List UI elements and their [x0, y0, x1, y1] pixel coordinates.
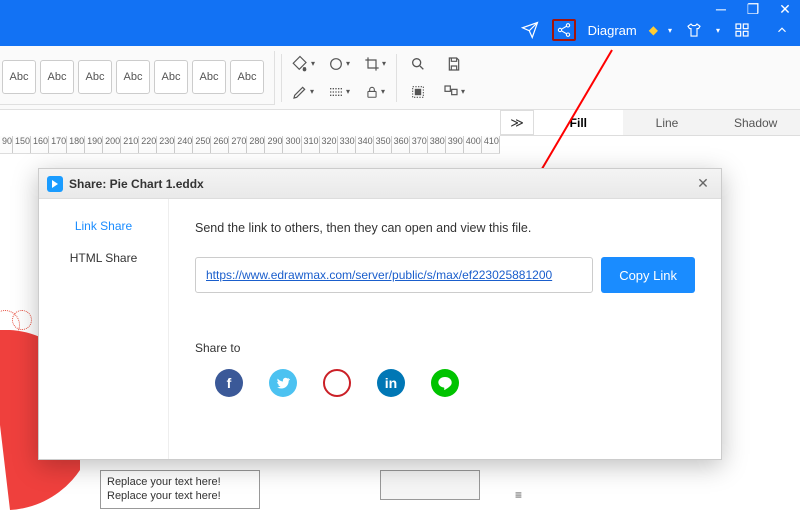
page-settings-icon[interactable]: ≡: [515, 488, 522, 502]
ruler-tick: 360: [392, 136, 410, 153]
pen-tool-icon[interactable]: ▾: [288, 79, 318, 105]
dialog-content: Send the link to others, then they can o…: [169, 199, 721, 459]
ruler-tick: 280: [247, 136, 265, 153]
canvas-text-placeholder[interactable]: Replace your text here! Replace your tex…: [100, 470, 260, 509]
ruler-tick: 410: [482, 136, 500, 153]
ruler: 9015016017018019020021022023024025026027…: [0, 136, 500, 154]
ruler-tick: 160: [31, 136, 49, 153]
fill-tool-icon[interactable]: ▾: [288, 51, 318, 77]
ruler-tick: 170: [49, 136, 67, 153]
collapse-panel-icon[interactable]: ≫: [500, 110, 534, 135]
ruler-tick: 300: [283, 136, 301, 153]
linkedin-icon[interactable]: in: [377, 369, 405, 397]
social-icons: f P in: [195, 369, 695, 397]
nav-link-share[interactable]: Link Share: [75, 219, 132, 233]
tshirt-chevron-icon[interactable]: ▾: [716, 26, 720, 35]
crop-tool-icon[interactable]: ▾: [360, 51, 390, 77]
diagram-chevron-icon[interactable]: ▾: [668, 26, 672, 35]
text-style-7[interactable]: Abc: [230, 60, 264, 94]
ruler-tick: 150: [13, 136, 31, 153]
search-icon[interactable]: [403, 51, 433, 77]
ruler-tick: 200: [103, 136, 121, 153]
diagram-label[interactable]: Diagram: [586, 23, 639, 38]
ruler-tick: 370: [410, 136, 428, 153]
tab-fill[interactable]: Fill: [534, 110, 623, 135]
ruler-tick: 260: [211, 136, 229, 153]
share-to-label: Share to: [195, 341, 695, 355]
lock-tool-icon[interactable]: ▾: [360, 79, 390, 105]
text-style-2[interactable]: Abc: [40, 60, 74, 94]
twitter-icon[interactable]: [269, 369, 297, 397]
text-style-4[interactable]: Abc: [116, 60, 150, 94]
shape-tools: ▾ ▾ ▾ ▾ ▾ ▾: [288, 51, 390, 105]
text-style-3[interactable]: Abc: [78, 60, 112, 94]
tab-line[interactable]: Line: [623, 110, 712, 135]
copy-link-button[interactable]: Copy Link: [601, 257, 695, 293]
ruler-tick: 250: [193, 136, 211, 153]
text-style-group: Abc Abc Abc Abc Abc Abc Abc: [0, 51, 275, 105]
window-minimize[interactable]: ─: [714, 2, 728, 16]
facebook-icon[interactable]: f: [215, 369, 243, 397]
ruler-tick: 180: [67, 136, 85, 153]
select-icon[interactable]: [403, 79, 433, 105]
ruler-tick: 220: [139, 136, 157, 153]
view-tools: ▾: [403, 51, 469, 105]
close-icon[interactable]: ✕: [693, 175, 713, 192]
line-style-icon[interactable]: ▾: [324, 79, 354, 105]
ruler-tick: 380: [428, 136, 446, 153]
collapse-ribbon-icon[interactable]: [770, 19, 794, 41]
ruler-tick: 240: [175, 136, 193, 153]
ruler-tick: 210: [121, 136, 139, 153]
placeholder-line: Replace your text here!: [107, 475, 253, 489]
send-icon[interactable]: [518, 19, 542, 41]
tab-shadow[interactable]: Shadow: [711, 110, 800, 135]
ruler-tick: 310: [302, 136, 320, 153]
canvas-column-box[interactable]: [380, 470, 480, 500]
save-icon[interactable]: [439, 51, 469, 77]
dialog-header: Share: Pie Chart 1.eddx ✕: [39, 169, 721, 199]
dialog-nav: Link Share HTML Share: [39, 199, 169, 459]
ruler-tick: 330: [338, 136, 356, 153]
panel-tabs: ≫ Fill Line Shadow: [500, 110, 800, 136]
share-url-input[interactable]: [195, 257, 593, 293]
text-style-1[interactable]: Abc: [2, 60, 36, 94]
placeholder-line: Replace your text here!: [107, 489, 253, 503]
ruler-tick: 350: [374, 136, 392, 153]
ruler-tick: 90: [0, 136, 13, 153]
ruler-tick: 390: [446, 136, 464, 153]
page-controls: ≡: [515, 488, 522, 502]
line-icon[interactable]: [431, 369, 459, 397]
gem-icon[interactable]: ◆: [649, 23, 658, 37]
window-close[interactable]: ✕: [778, 2, 792, 16]
ruler-tick: 400: [464, 136, 482, 153]
ruler-tick: 320: [320, 136, 338, 153]
components-icon[interactable]: ▾: [439, 79, 469, 105]
toolbar: Abc Abc Abc Abc Abc Abc Abc ▾ ▾ ▾ ▾ ▾ ▾ …: [0, 46, 800, 110]
titlebar: ─ ❐ ✕ Diagram ◆ ▾ ▾: [0, 0, 800, 46]
shape-tool-icon[interactable]: ▾: [324, 51, 354, 77]
share-icon[interactable]: [552, 19, 576, 41]
window-restore[interactable]: ❐: [746, 2, 760, 16]
text-style-5[interactable]: Abc: [154, 60, 188, 94]
text-style-6[interactable]: Abc: [192, 60, 226, 94]
tshirt-icon[interactable]: [682, 19, 706, 41]
app-logo-icon: [47, 176, 63, 192]
share-instruction: Send the link to others, then they can o…: [195, 221, 695, 235]
ruler-tick: 270: [229, 136, 247, 153]
ruler-tick: 340: [356, 136, 374, 153]
dialog-title: Share: Pie Chart 1.eddx: [69, 177, 687, 191]
share-dialog: Share: Pie Chart 1.eddx ✕ Link Share HTM…: [38, 168, 722, 460]
apps-icon[interactable]: [730, 19, 754, 41]
pinterest-icon[interactable]: P: [323, 369, 351, 397]
nav-html-share[interactable]: HTML Share: [70, 251, 138, 265]
ruler-tick: 230: [157, 136, 175, 153]
ruler-tick: 290: [265, 136, 283, 153]
ruler-tick: 190: [85, 136, 103, 153]
